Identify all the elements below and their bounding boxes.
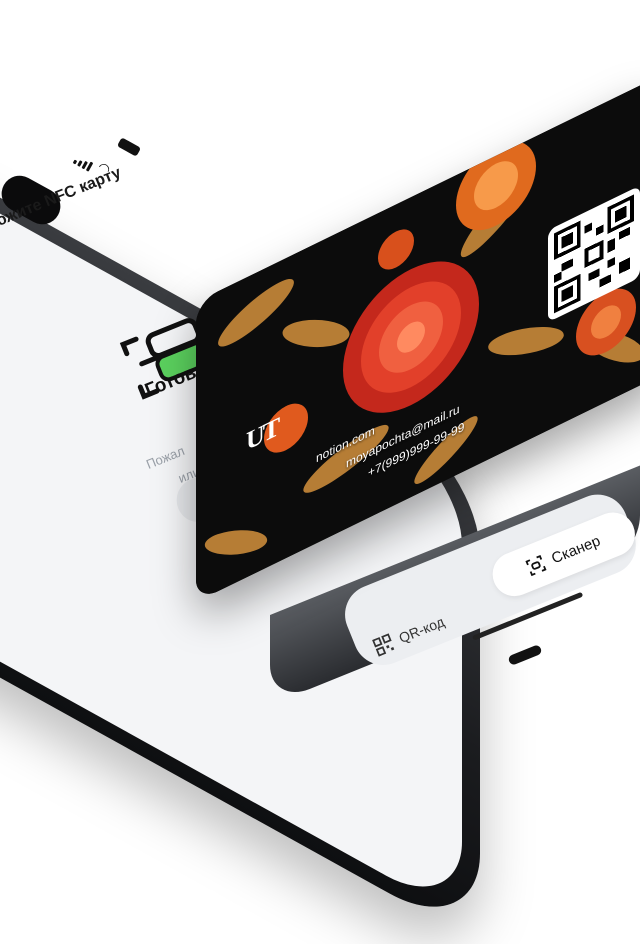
battery-icon [116,137,142,157]
signal-icon [72,154,94,172]
tab-scanner-label: Сканер [548,531,603,567]
product-render: ◠ ожите NFC карту Готовы сканировать Пож… [0,0,640,944]
scan-icon [525,554,547,576]
usb-port [507,643,543,667]
